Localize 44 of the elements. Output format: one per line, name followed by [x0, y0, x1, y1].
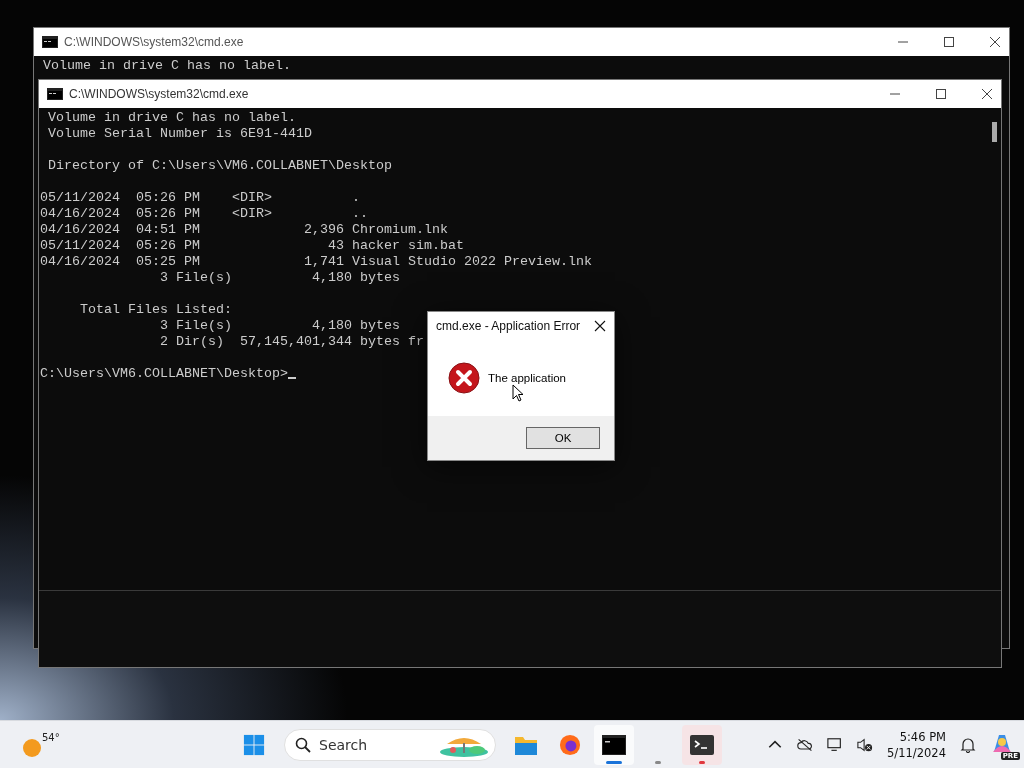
console-line: 04/16/2024 05:26 PM <DIR> ..: [40, 206, 368, 222]
console-icon: [42, 36, 58, 48]
console-line: Total Files Listed:: [79, 302, 232, 318]
console-line: Volume in drive C has no label.: [42, 58, 291, 74]
windows-icon: [242, 733, 266, 756]
clock[interactable]: 5:46 PM 5/11/2024: [887, 728, 946, 761]
console-line: 05/11/2024 05:26 PM 43 hacker sim.bat: [40, 238, 464, 254]
window-title: C:\WINDOWS\system32\cmd.exe: [64, 35, 244, 49]
error-icon: [448, 362, 480, 394]
close-icon[interactable]: [981, 88, 993, 100]
maximize-icon[interactable]: [943, 36, 955, 48]
search-field[interactable]: Search: [284, 728, 496, 761]
console-line: 3 File(s) 4,180 bytes: [158, 318, 400, 334]
browser-icon: [558, 733, 582, 756]
close-icon[interactable]: [989, 36, 1001, 48]
console-line: Directory of C:\Users\VM6.COLLABNET\Desktop: [47, 158, 392, 174]
temperature: 54°: [42, 731, 60, 743]
console-line: 3 File(s) 4,180 bytes: [158, 270, 400, 286]
ok-button[interactable]: OK: [526, 427, 600, 449]
console-icon: [602, 733, 626, 756]
search-icon: [295, 736, 311, 753]
taskbar-app[interactable]: [682, 724, 722, 765]
console-icon: [47, 88, 63, 100]
bell-icon[interactable]: [960, 736, 976, 753]
cloud-icon[interactable]: [797, 736, 814, 753]
console-line: 04/16/2024 04:51 PM 2,396 Chromium.lnk: [40, 222, 448, 238]
time: 5:46 PM: [899, 728, 946, 745]
console-line: 05/11/2024 05:26 PM <DIR> .: [40, 190, 360, 206]
terminal-icon: [690, 733, 714, 756]
window-title: C:\WINDOWS\system32\cmd.exe: [69, 87, 249, 101]
maximize-icon[interactable]: [935, 88, 947, 100]
close-icon[interactable]: [594, 320, 606, 332]
monitor-icon[interactable]: [827, 736, 844, 753]
volume-muted-icon[interactable]: [857, 736, 874, 753]
console-line: Volume in drive C has no label.: [47, 110, 296, 126]
console-line: 04/16/2024 05:25 PM 1,741 Visual Studio 2022 Preview.lnk: [40, 254, 592, 270]
taskbar-app[interactable]: [594, 724, 634, 765]
dialog-title: cmd.exe - Application Error: [436, 319, 581, 333]
console-line: Volume Serial Number is 6E91-441D: [47, 126, 312, 142]
console-line: 2 Dir(s) 57,145,401,344 bytes fr: [158, 334, 424, 350]
mouse-pointer-icon: [512, 384, 524, 402]
error-message: The application: [488, 372, 566, 384]
console-line: C:\Users\VM6.COLLABNET\Desktop>: [40, 366, 296, 382]
date: 5/11/2024: [887, 744, 946, 761]
